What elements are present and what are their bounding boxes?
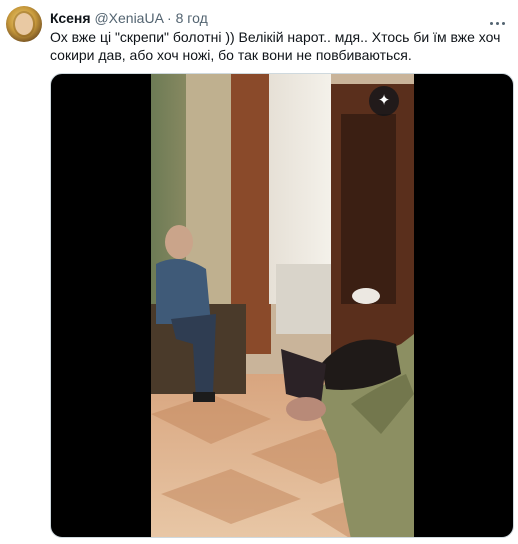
more-horizontal-icon[interactable] xyxy=(490,12,510,25)
video-frame[interactable]: ✦ xyxy=(151,74,414,537)
tweet-time[interactable]: 8 год xyxy=(176,10,208,26)
man-shoe xyxy=(193,392,215,402)
avatar-face xyxy=(15,13,33,35)
man-head xyxy=(165,225,193,259)
tweet-card[interactable]: Ксеня @XeniaUA · 8 год Ох вже ці "скрепи… xyxy=(0,0,518,544)
tweet-header: Ксеня @XeniaUA · 8 год xyxy=(50,9,208,27)
tweet-media[interactable]: ✦ xyxy=(50,73,514,538)
author-handle[interactable]: @XeniaUA xyxy=(94,10,163,26)
author-name[interactable]: Ксеня xyxy=(50,10,91,26)
tweet-text: Ох вже ці "скрепи" болотні )) Велікій на… xyxy=(50,29,501,63)
video-scene xyxy=(151,74,414,537)
white-cap xyxy=(352,288,380,304)
radiator xyxy=(276,264,331,334)
sparkle-icon[interactable]: ✦ xyxy=(369,86,399,116)
hand xyxy=(286,397,326,421)
header-separator: · xyxy=(167,10,172,26)
avatar[interactable] xyxy=(6,6,42,42)
man-torso xyxy=(156,259,211,324)
cabinet-glass xyxy=(341,114,396,304)
